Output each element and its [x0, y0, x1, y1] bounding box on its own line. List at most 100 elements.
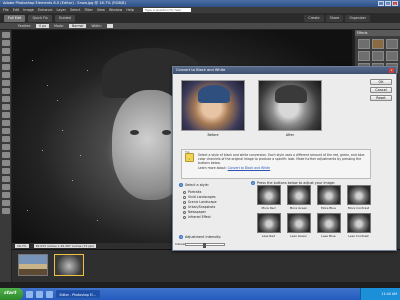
window-title-bar: Adobe Photoshop Elements 8.0 (Editor) - …	[0, 0, 400, 7]
style-option-portraits[interactable]: Portraits	[183, 190, 217, 194]
eraser-tool-icon[interactable]	[2, 144, 10, 150]
hand-tool-icon[interactable]	[2, 48, 10, 54]
paint-bucket-tool-icon[interactable]	[2, 168, 10, 174]
reset-button[interactable]: Reset	[370, 95, 392, 101]
shape-tool-icon[interactable]	[2, 184, 10, 190]
radio-icon[interactable]	[183, 215, 186, 219]
style-option-infrared-effect[interactable]: Infrared Effect	[183, 215, 217, 219]
more-contrast-button[interactable]: More Contrast	[345, 185, 372, 210]
move-tool-icon[interactable]	[2, 32, 10, 38]
cancel-button[interactable]: Cancel	[370, 87, 392, 93]
close-window-button[interactable]: x	[392, 1, 398, 6]
width-input[interactable]	[106, 23, 113, 29]
adjust-thumb[interactable]	[346, 185, 371, 205]
effect-thumb[interactable]	[386, 51, 398, 61]
dialog-close-icon[interactable]: x	[389, 68, 394, 73]
marquee-tool-icon[interactable]	[2, 64, 10, 70]
document-info[interactable]: 39.033 inches x 29.267 inches (72 ppi)	[33, 244, 97, 248]
effect-thumb[interactable]	[386, 39, 398, 49]
tab-guided[interactable]: Guided	[54, 14, 75, 22]
quicklaunch-browser-icon[interactable]	[25, 290, 33, 298]
style-option-scenic-landscape[interactable]: Scenic Landscape	[183, 200, 217, 204]
snowflake	[27, 210, 29, 212]
snowflake	[47, 85, 49, 87]
adjust-thumb[interactable]	[286, 185, 311, 205]
radio-selected-icon[interactable]	[183, 190, 186, 194]
adjust-thumb[interactable]	[316, 213, 341, 233]
style-option-newspaper[interactable]: Newspaper	[183, 210, 217, 214]
tip-box: Tip 💡 Select a style of black and white …	[181, 149, 371, 179]
project-thumbnail-selected[interactable]	[54, 254, 84, 276]
magic-wand-tool-icon[interactable]	[2, 80, 10, 86]
after-preview	[258, 80, 322, 131]
radio-icon[interactable]	[183, 195, 186, 199]
zoom-tool-icon[interactable]	[2, 40, 10, 46]
start-button[interactable]: start	[0, 288, 23, 300]
adjust-thumb[interactable]	[316, 185, 341, 205]
taskbar: start Editor - Photoshop El... 11:40 AM	[0, 288, 400, 300]
intensity-slider[interactable]	[185, 242, 225, 248]
help-search-input[interactable]: Type a question for help	[143, 8, 191, 12]
snowflake	[97, 220, 99, 222]
radio-icon[interactable]	[183, 200, 186, 204]
adjust-thumb[interactable]	[286, 213, 311, 233]
radio-icon[interactable]	[183, 205, 186, 209]
color-swatch-icon[interactable]	[2, 208, 10, 214]
window-title: Adobe Photoshop Elements 8.0 (Editor) - …	[3, 1, 126, 5]
ok-button[interactable]: OK	[370, 79, 392, 85]
sponge-tool-icon[interactable]	[2, 200, 10, 206]
style-option-urban-snapshots[interactable]: Urban/Snapshots	[183, 205, 217, 209]
more-red-button[interactable]: More Red	[255, 185, 282, 210]
more-green-button[interactable]: More Green	[285, 185, 312, 210]
tab-quick-fix[interactable]: Quick Fix	[28, 14, 52, 22]
tab-create[interactable]: Create	[304, 14, 324, 22]
eyedropper-tool-icon[interactable]	[2, 56, 10, 62]
clone-stamp-tool-icon[interactable]	[2, 136, 10, 142]
gradient-tool-icon[interactable]	[2, 176, 10, 182]
adjust-thumb[interactable]	[256, 185, 281, 205]
window-controls: _ □ x	[378, 1, 398, 6]
less-blue-button[interactable]: Less Blue	[315, 213, 342, 238]
mode-select[interactable]: Normal	[68, 23, 87, 29]
tab-share[interactable]: Share	[325, 14, 344, 22]
pencil-tool-icon[interactable]	[2, 152, 10, 158]
tab-full-edit[interactable]: Full Edit	[4, 14, 26, 22]
quicklaunch-folder-icon[interactable]	[35, 290, 43, 298]
radio-icon[interactable]	[183, 210, 186, 214]
zoom-level[interactable]: 16.7%	[15, 244, 29, 248]
healing-brush-tool-icon[interactable]	[2, 128, 10, 134]
lasso-tool-icon[interactable]	[2, 72, 10, 78]
cookie-cutter-tool-icon[interactable]	[2, 112, 10, 118]
less-green-button[interactable]: Less Green	[285, 213, 312, 238]
minimize-button[interactable]: _	[378, 1, 384, 6]
effect-thumb[interactable]	[358, 39, 370, 49]
tab-organizer[interactable]: Organizer	[345, 14, 370, 22]
intensity-slider-handle[interactable]	[203, 242, 206, 248]
style-option-vivid-landscapes[interactable]: Vivid Landscapes	[183, 195, 217, 199]
dialog-title: Convert to Black and White	[176, 68, 226, 72]
project-thumbnail[interactable]	[18, 254, 48, 276]
effect-thumb[interactable]	[372, 39, 384, 49]
more-blue-button[interactable]: More Blue	[315, 185, 342, 210]
crop-tool-icon[interactable]	[2, 104, 10, 110]
adjust-thumb[interactable]	[346, 213, 371, 233]
effect-thumb[interactable]	[372, 51, 384, 61]
learn-more-link[interactable]: Convert to Black and White	[228, 166, 270, 170]
feather-input[interactable]: 0 px	[36, 23, 50, 29]
maximize-button[interactable]: □	[385, 1, 391, 6]
effect-thumb[interactable]	[358, 51, 370, 61]
style-label: Scenic Landscape	[188, 200, 217, 204]
blur-tool-icon[interactable]	[2, 192, 10, 198]
brush-tool-icon[interactable]	[2, 160, 10, 166]
mode-label: Mode:	[54, 24, 64, 28]
red-eye-tool-icon[interactable]	[2, 120, 10, 126]
selection-brush-tool-icon[interactable]	[2, 88, 10, 94]
snowflake	[72, 180, 74, 182]
quicklaunch-media-icon[interactable]	[45, 290, 53, 298]
type-tool-icon[interactable]	[2, 96, 10, 102]
less-contrast-button[interactable]: Less Contrast	[345, 213, 372, 238]
taskbar-editor-button[interactable]: Editor - Photoshop El...	[55, 290, 100, 298]
adjust-thumb[interactable]	[256, 213, 281, 233]
less-red-button[interactable]: Less Red	[255, 213, 282, 238]
step-1-icon: 1	[179, 183, 183, 187]
